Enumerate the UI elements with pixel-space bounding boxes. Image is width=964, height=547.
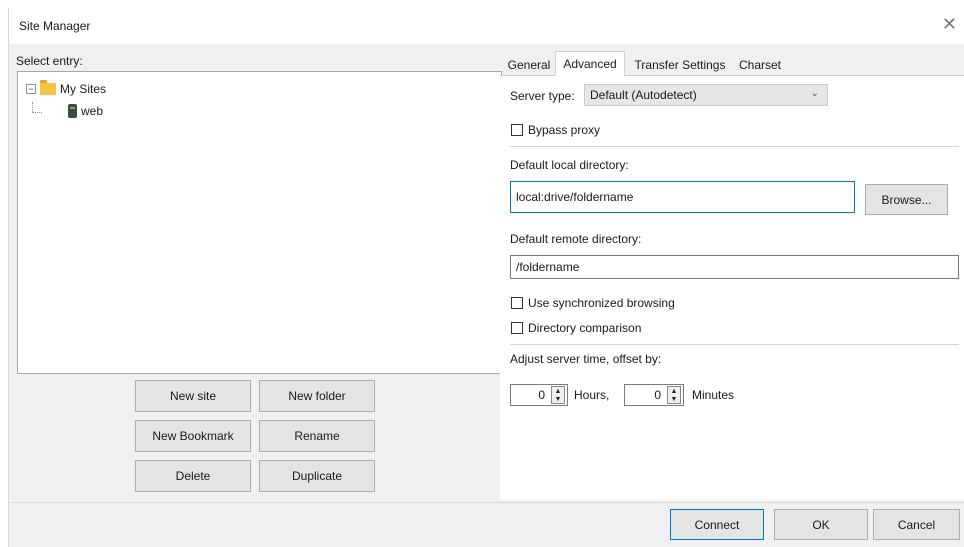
sync-browsing-checkbox[interactable] <box>511 297 523 309</box>
folder-icon <box>40 80 56 95</box>
adjust-time-label: Adjust server time, offset by: <box>510 352 662 366</box>
minutes-spinner[interactable]: 0 ▲ ▼ <box>624 384 684 406</box>
tree-item-web[interactable]: web <box>68 104 103 118</box>
rename-button[interactable]: Rename <box>259 420 375 452</box>
new-bookmark-button[interactable]: New Bookmark <box>135 420 251 452</box>
server-type-value: Default (Autodetect) <box>590 88 697 102</box>
tab-charset[interactable]: Charset <box>734 54 786 76</box>
spin-up-icon[interactable]: ▲ <box>668 387 680 395</box>
window-title: Site Manager <box>19 19 91 33</box>
spin-up-icon[interactable]: ▲ <box>552 387 564 395</box>
minutes-label: Minutes <box>692 388 735 402</box>
site-manager-window: Site Manager ✕ Select entry: − My Sites … <box>8 8 964 547</box>
bypass-proxy-label: Bypass proxy <box>528 123 601 137</box>
server-type-select[interactable]: Default (Autodetect) ⌄ <box>584 84 828 106</box>
tree-connector <box>32 102 33 112</box>
delete-button[interactable]: Delete <box>135 460 251 492</box>
duplicate-button[interactable]: Duplicate <box>259 460 375 492</box>
select-entry-label: Select entry: <box>16 54 83 68</box>
footer-separator <box>9 502 964 503</box>
close-icon[interactable]: ✕ <box>942 14 957 35</box>
chevron-down-icon: ⌄ <box>810 88 819 99</box>
new-folder-button[interactable]: New folder <box>259 380 375 412</box>
title-bar: Site Manager ✕ <box>9 8 964 44</box>
ok-button[interactable]: OK <box>774 509 868 540</box>
separator <box>510 146 959 147</box>
connect-button[interactable]: Connect <box>670 509 764 540</box>
hours-label: Hours, <box>574 388 610 402</box>
new-site-button[interactable]: New site <box>135 380 251 412</box>
hours-value: 0 <box>538 388 545 402</box>
browse-button[interactable]: Browse... <box>865 184 948 215</box>
remote-dir-input[interactable] <box>510 255 959 279</box>
spin-down-icon[interactable]: ▼ <box>668 395 680 403</box>
tree-item-my-sites[interactable]: − My Sites <box>26 80 107 96</box>
local-dir-input[interactable] <box>510 181 855 213</box>
tab-advanced[interactable]: Advanced <box>555 51 625 76</box>
hours-spin-buttons: ▲ ▼ <box>551 386 565 404</box>
tree-item-label: web <box>81 104 104 118</box>
dir-comparison-label: Directory comparison <box>528 321 642 335</box>
tab-general[interactable]: General <box>503 54 555 76</box>
minutes-value: 0 <box>654 388 661 402</box>
bypass-proxy-checkbox[interactable] <box>511 124 523 136</box>
local-dir-label: Default local directory: <box>510 158 629 172</box>
remote-dir-label: Default remote directory: <box>510 232 642 246</box>
minutes-spin-buttons: ▲ ▼ <box>667 386 681 404</box>
hours-spinner[interactable]: 0 ▲ ▼ <box>510 384 568 406</box>
server-type-label: Server type: <box>510 89 575 103</box>
separator <box>510 344 959 345</box>
tree-connector <box>32 112 42 113</box>
sync-browsing-label: Use synchronized browsing <box>528 296 675 310</box>
spin-down-icon[interactable]: ▼ <box>552 395 564 403</box>
tree-item-label: My Sites <box>60 82 107 96</box>
server-icon <box>68 104 77 118</box>
tab-transfer-settings[interactable]: Transfer Settings <box>626 54 734 76</box>
advanced-panel <box>500 75 964 500</box>
dir-comparison-checkbox[interactable] <box>511 322 523 334</box>
cancel-button[interactable]: Cancel <box>873 509 960 540</box>
collapse-icon[interactable]: − <box>26 84 36 94</box>
